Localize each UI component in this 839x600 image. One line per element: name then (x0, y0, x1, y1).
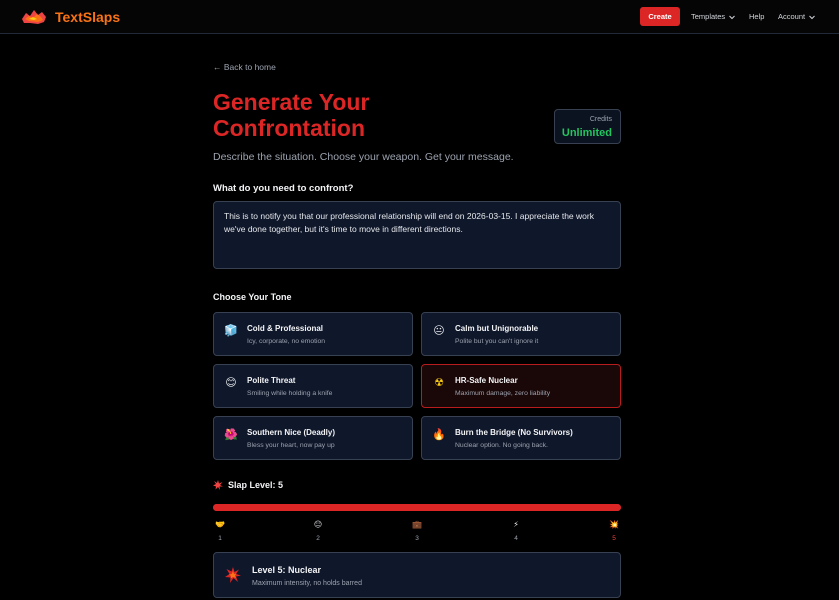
credits-badge: Credits Unlimited (554, 109, 621, 144)
tone-name: HR-Safe Nuclear (455, 376, 518, 385)
tone-desc: Smiling while holding a knife (247, 390, 333, 397)
smiling-face-icon: 😊 (225, 377, 237, 389)
flower-icon: 🌺 (224, 429, 238, 441)
briefcase-icon: 💼 (412, 520, 422, 529)
tick-number: 2 (316, 535, 320, 542)
nav-help-label: Help (749, 12, 765, 21)
radioactive-icon: ☢ (434, 377, 444, 389)
tick-number: 5 (612, 535, 616, 542)
nav-templates[interactable]: Templates (691, 12, 736, 21)
tone-card-cold-professional[interactable]: 🧊 Cold & Professional Icy, corporate, no… (213, 312, 413, 356)
slap-tick-1[interactable]: 🤝 1 (210, 520, 230, 542)
handshake-icon: 🤝 (215, 520, 225, 529)
page-title: Generate Your Confrontation (213, 89, 370, 141)
tone-section-label: Choose Your Tone (213, 292, 292, 302)
tone-name: Polite Threat (247, 376, 296, 385)
tone-desc: Nuclear option. No going back. (455, 442, 548, 449)
slap-level-text: Slap Level: 5 (228, 480, 284, 490)
explosion-icon (225, 567, 241, 583)
tone-card-calm-unignorable[interactable]: 😐 Calm but Unignorable Polite but you ca… (421, 312, 621, 356)
level-title: Level 5: Nuclear (252, 565, 322, 575)
slap-tick-2[interactable]: 😐 2 (308, 520, 328, 542)
logo-icon[interactable] (20, 7, 48, 27)
chevron-down-icon (729, 15, 736, 19)
tick-number: 3 (415, 535, 419, 542)
tone-desc: Icy, corporate, no emotion (247, 338, 326, 345)
level-desc: Maximum intensity, no holds barred (252, 580, 362, 587)
tone-card-burn-bridge[interactable]: 🔥 Burn the Bridge (No Survivors) Nuclear… (421, 416, 621, 460)
tone-desc: Polite but you can't ignore it (455, 338, 539, 345)
tone-name: Southern Nice (Deadly) (247, 428, 336, 437)
credits-value: Unlimited (561, 127, 612, 139)
slap-level-slider[interactable] (213, 504, 621, 511)
create-button[interactable]: Create (640, 7, 680, 26)
slap-tick-3[interactable]: 💼 3 (407, 520, 427, 542)
situation-input[interactable]: This is to notify you that our professio… (213, 201, 621, 269)
tone-desc: Maximum damage, zero liability (455, 390, 551, 397)
tone-card-hr-safe-nuclear[interactable]: ☢ HR-Safe Nuclear Maximum damage, zero l… (421, 364, 621, 408)
explosion-icon: 💥 (609, 520, 619, 529)
tone-desc: Bless your heart, now pay up (247, 442, 335, 449)
lightning-icon: ⚡ (513, 520, 519, 529)
slap-level-fill (213, 504, 621, 511)
tone-name: Calm but Unignorable (455, 324, 539, 333)
nav-help[interactable]: Help (749, 12, 764, 21)
tone-name: Cold & Professional (247, 324, 324, 333)
neutral-face-icon: 😐 (313, 520, 323, 529)
tone-card-southern-nice[interactable]: 🌺 Southern Nice (Deadly) Bless your hear… (213, 416, 413, 460)
level-description-card: Level 5: Nuclear Maximum intensity, no h… (213, 552, 621, 598)
nav-account[interactable]: Account (778, 12, 816, 21)
nav-account-label: Account (778, 12, 806, 21)
top-navbar: TextSlaps Create Templates Help Account (0, 0, 839, 34)
tone-name: Burn the Bridge (No Survivors) (455, 428, 573, 437)
ice-cube-icon: 🧊 (224, 325, 238, 337)
tick-number: 4 (514, 535, 518, 542)
tone-card-polite-threat[interactable]: 😊 Polite Threat Smiling while holding a … (213, 364, 413, 408)
situation-label: What do you need to confront? (213, 183, 354, 194)
slap-level-label: Slap Level: 5 (213, 480, 283, 490)
tick-number: 1 (218, 535, 222, 542)
neutral-face-icon: 😐 (433, 325, 445, 337)
explosion-icon (213, 480, 223, 490)
brand-name[interactable]: TextSlaps (55, 9, 120, 25)
slap-tick-4[interactable]: ⚡ 4 (506, 520, 526, 542)
nav-templates-label: Templates (691, 12, 726, 21)
back-to-home-link[interactable]: ← Back to home (213, 62, 276, 72)
fire-icon: 🔥 (432, 429, 446, 441)
chevron-down-icon (809, 15, 815, 19)
credits-label: Credits (589, 116, 612, 123)
page-subtitle: Describe the situation. Choose your weap… (213, 151, 514, 163)
slap-tick-5[interactable]: 💥 5 (604, 520, 624, 542)
